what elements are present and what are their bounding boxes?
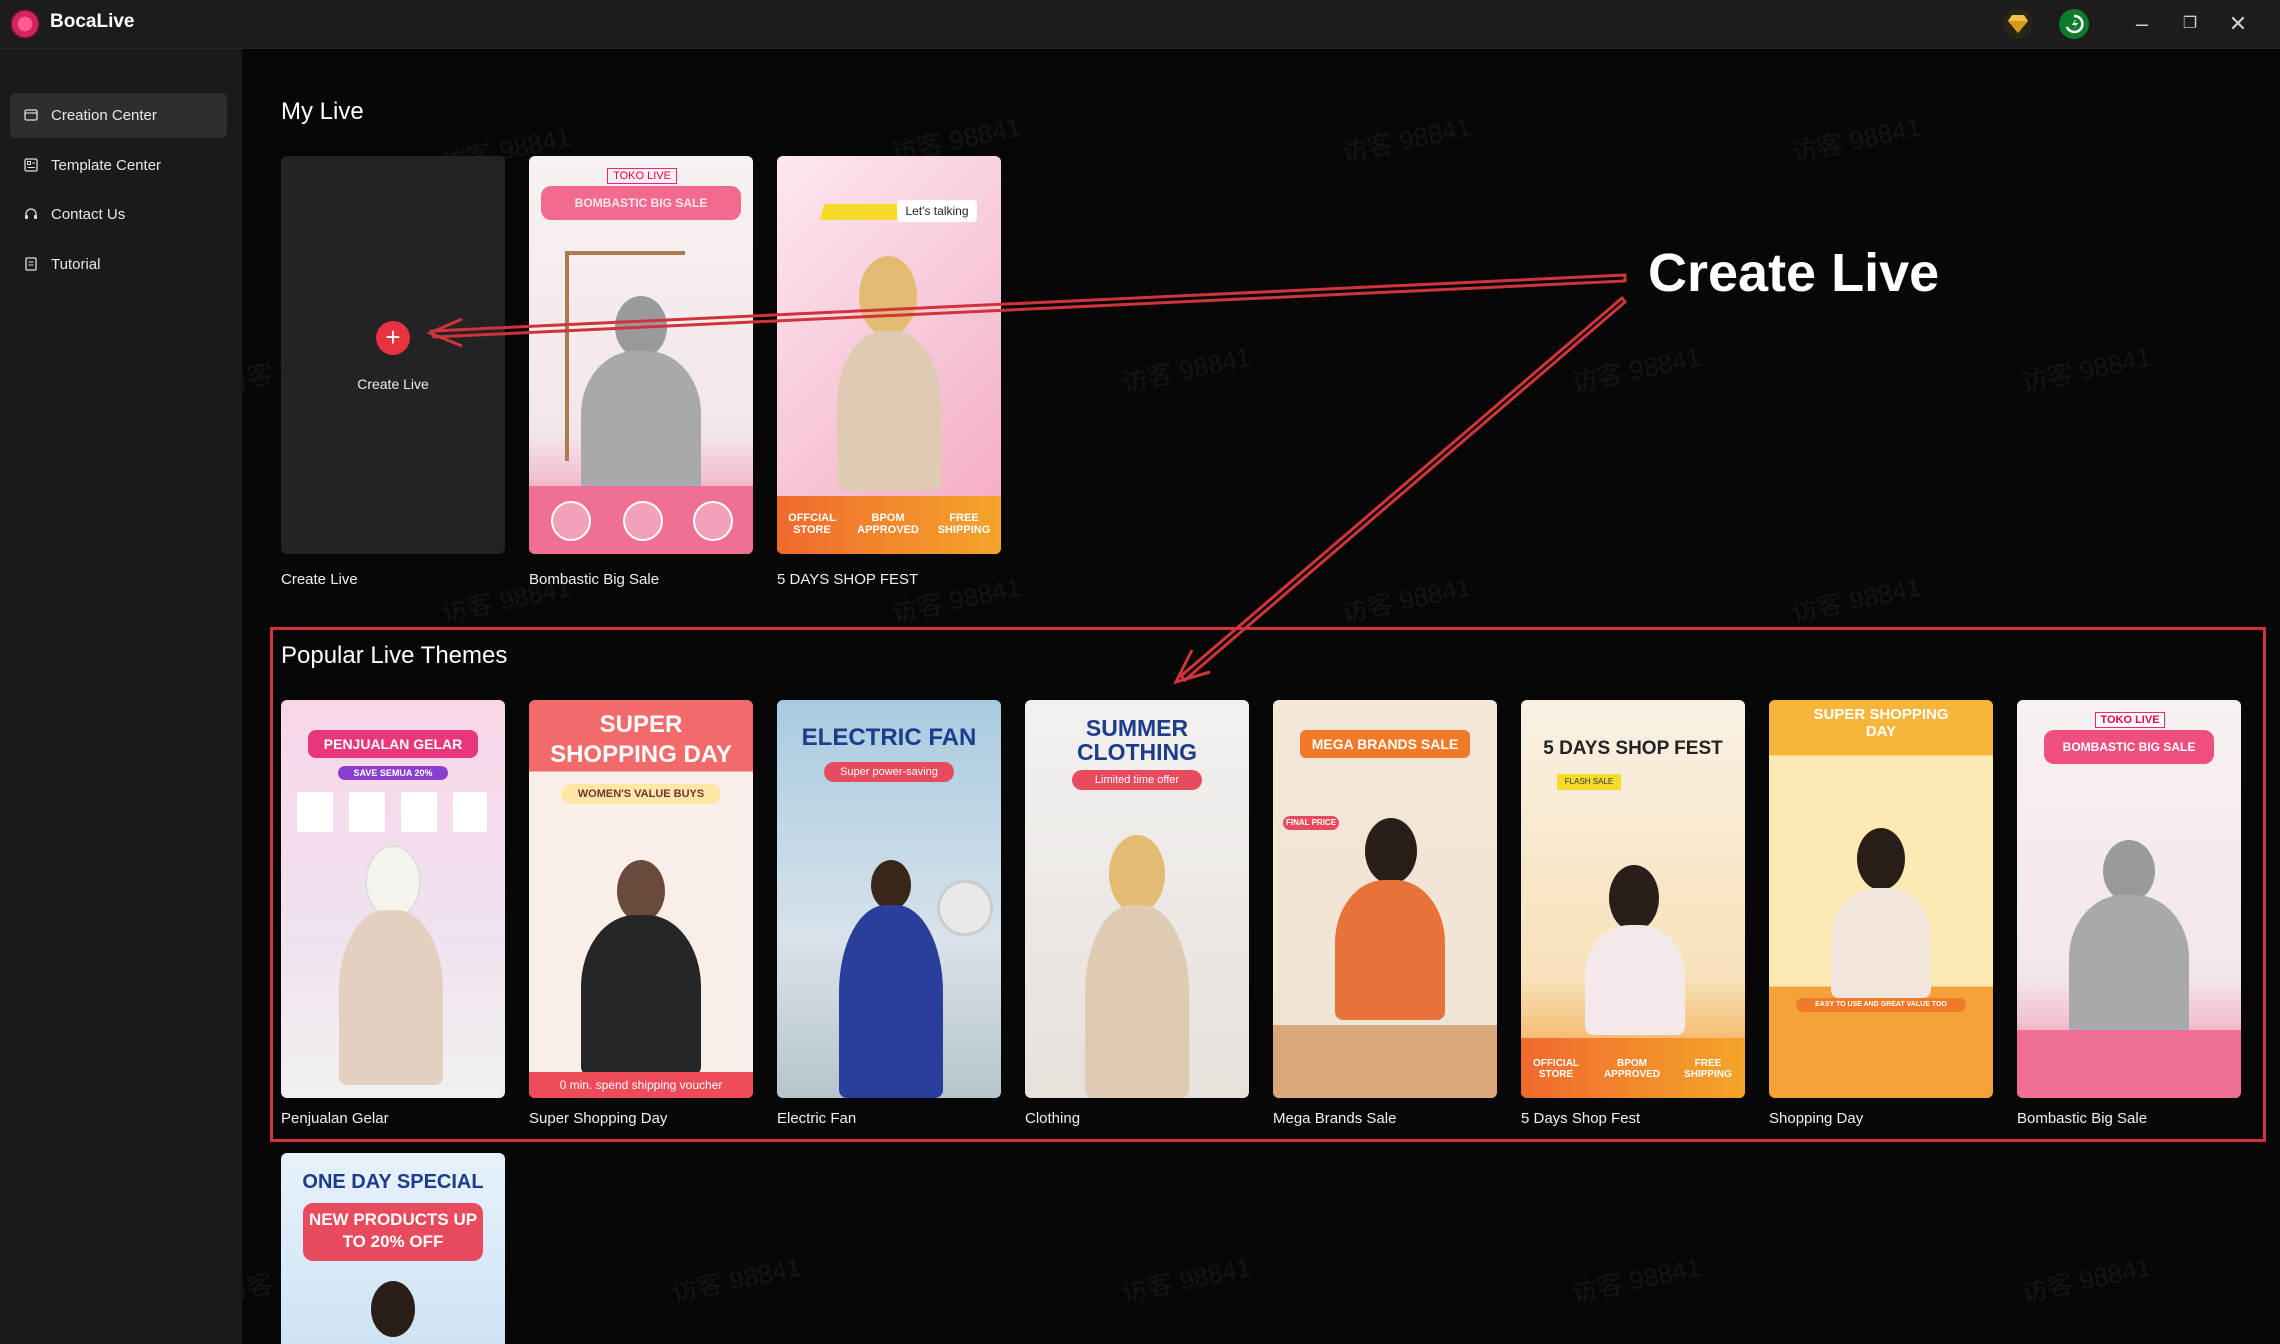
annotation-arrows (426, 273, 1628, 685)
annotation-arrow-to-create (429, 273, 1627, 339)
annotation-arrow-to-themes (1178, 295, 1628, 683)
annotation-label: Create Live (1648, 243, 1940, 303)
